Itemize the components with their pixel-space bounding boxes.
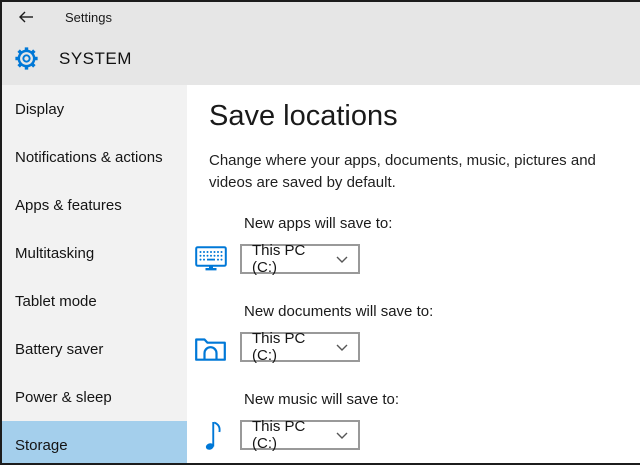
chevron-down-icon bbox=[336, 344, 348, 351]
sidebar: Display Notifications & actions Apps & f… bbox=[2, 85, 187, 463]
chevron-down-icon bbox=[336, 256, 348, 263]
music-save-label: New music will save to: bbox=[240, 390, 640, 410]
music-save-dropdown[interactable]: This PC (C:) bbox=[240, 420, 360, 450]
main-content: Save locations Change where your apps, d… bbox=[187, 85, 640, 463]
documents-save-dropdown-value: This PC (C:) bbox=[252, 330, 330, 364]
save-location-documents-section: New documents will save to: This PC (C:) bbox=[195, 302, 640, 362]
sidebar-item-notifications[interactable]: Notifications & actions bbox=[2, 133, 187, 181]
music-note-icon bbox=[205, 420, 223, 451]
chevron-down-icon bbox=[336, 432, 348, 439]
sidebar-item-multitasking[interactable]: Multitasking bbox=[2, 229, 187, 277]
sidebar-item-display[interactable]: Display bbox=[2, 85, 187, 133]
sidebar-item-power-sleep[interactable]: Power & sleep bbox=[2, 373, 187, 421]
save-location-music-section: New music will save to: This PC (C:) bbox=[195, 390, 640, 451]
title-bar: Settings bbox=[2, 2, 640, 32]
documents-save-label: New documents will save to: bbox=[240, 302, 640, 322]
gear-icon bbox=[15, 47, 38, 70]
save-location-apps-section: New apps will save to: bbox=[195, 214, 640, 274]
sidebar-item-apps-features[interactable]: Apps & features bbox=[2, 181, 187, 229]
apps-save-dropdown-value: This PC (C:) bbox=[252, 242, 330, 276]
app-header: SYSTEM bbox=[2, 32, 640, 85]
documents-save-dropdown[interactable]: This PC (C:) bbox=[240, 332, 360, 362]
back-arrow-icon bbox=[18, 11, 34, 23]
settings-window: Settings SYSTEM bbox=[0, 0, 640, 465]
music-save-dropdown-value: This PC (C:) bbox=[252, 418, 330, 452]
apps-monitor-icon bbox=[195, 246, 227, 272]
apps-save-label: New apps will save to: bbox=[240, 214, 640, 234]
window-title: Settings bbox=[65, 10, 112, 25]
page-title: Save locations bbox=[209, 99, 640, 134]
sidebar-item-battery-saver[interactable]: Battery saver bbox=[2, 325, 187, 373]
page-category-title: SYSTEM bbox=[59, 49, 132, 69]
page-description: Change where your apps, documents, music… bbox=[209, 150, 640, 194]
documents-folder-icon bbox=[195, 334, 226, 361]
sidebar-item-storage[interactable]: Storage bbox=[2, 421, 187, 465]
apps-save-dropdown[interactable]: This PC (C:) bbox=[240, 244, 360, 274]
sidebar-item-tablet-mode[interactable]: Tablet mode bbox=[2, 277, 187, 325]
back-button[interactable] bbox=[18, 10, 36, 24]
